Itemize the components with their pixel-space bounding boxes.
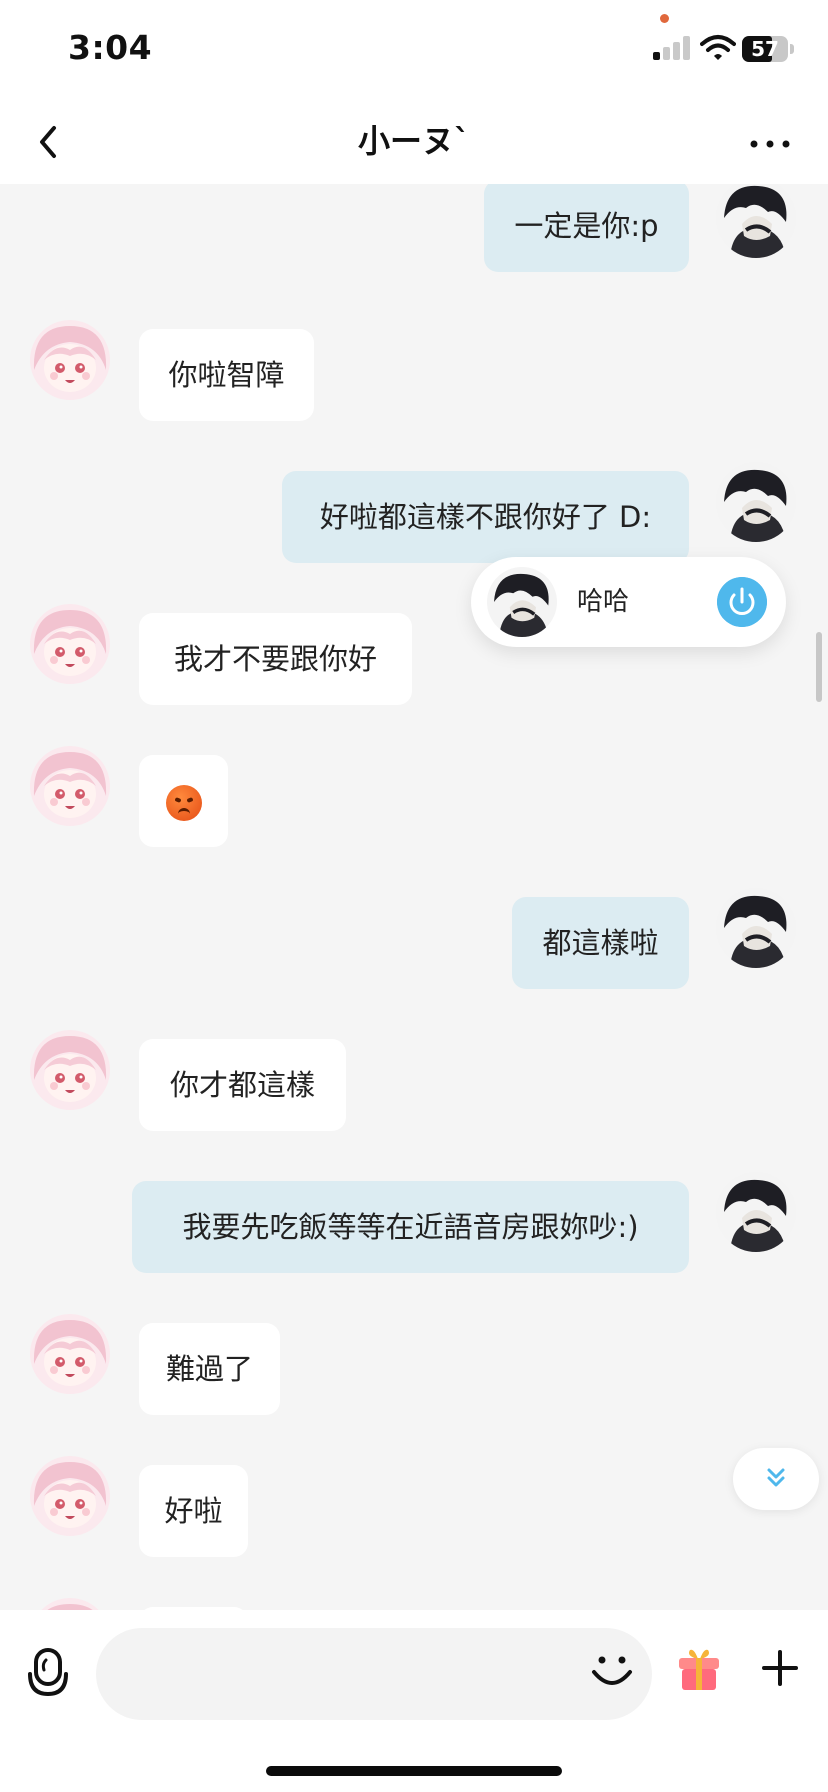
composer-bar [0,1610,828,1792]
my-avatar[interactable] [716,462,796,542]
chat-title: 小ーヌ` [357,122,470,160]
my-avatar[interactable] [716,1172,796,1252]
my-avatar[interactable] [716,888,796,968]
voice-room-avatar [487,567,557,637]
double-chevron-down-icon [767,1468,785,1487]
scrollbar-thumb[interactable] [816,632,822,702]
message-bubble-sent[interactable]: 我要先吃飯等等在近語音房跟妳吵:) [132,1181,689,1273]
contact-avatar[interactable] [30,604,110,684]
message-bubble-received[interactable]: 難過了 [139,1323,280,1415]
status-bar: 3:04 57 [0,0,828,100]
wifi-icon [700,35,736,60]
contact-avatar[interactable] [30,320,110,400]
scroll-to-bottom-button[interactable] [733,1448,819,1510]
microphone-icon[interactable] [24,1644,72,1704]
more-dots-icon[interactable] [740,118,800,168]
battery-percentage: 57 [751,37,779,61]
message-list[interactable]: 一定是你:p 你啦智障 好啦都這樣不跟你好了 D: 我才不要跟你好 都這樣啦 你… [0,184,828,1610]
message-bubble-sent[interactable]: 好啦都這樣不跟你好了 D: [282,471,689,563]
power-icon[interactable] [717,577,767,627]
battery-icon: 57 [742,36,788,62]
plus-icon[interactable] [758,1646,802,1690]
contact-avatar[interactable] [30,1030,110,1110]
message-bubble-received-emoji[interactable] [139,755,228,847]
cellular-signal-icon [653,36,691,60]
voice-room-pill[interactable]: 哈哈 [471,557,786,647]
contact-avatar [30,1598,110,1610]
status-time: 3:04 [68,28,153,67]
message-bubble-received[interactable]: 你才都這樣 [139,1039,346,1131]
contact-avatar[interactable] [30,1314,110,1394]
gift-icon[interactable] [676,1646,722,1692]
message-input[interactable] [96,1628,652,1720]
message-bubble-sent[interactable]: 一定是你:p [484,184,689,272]
smile-icon[interactable] [590,1648,634,1698]
contact-avatar[interactable] [30,1456,110,1536]
angry-face-emoji-icon [165,785,202,821]
message-bubble-received[interactable]: 你啦智障 [139,329,314,421]
recording-indicator-dot [660,14,669,23]
voice-room-label: 哈哈 [577,587,630,617]
my-avatar[interactable] [716,184,796,258]
message-bubble-received[interactable]: 我才不要跟你好 [139,613,412,705]
battery-cap [790,44,794,54]
home-indicator [266,1766,562,1776]
message-bubble-received[interactable]: 好啦 [139,1465,248,1557]
message-bubble-sent[interactable]: 都這樣啦 [512,897,689,989]
chat-header: 小ーヌ` [0,100,828,184]
contact-avatar[interactable] [30,746,110,826]
